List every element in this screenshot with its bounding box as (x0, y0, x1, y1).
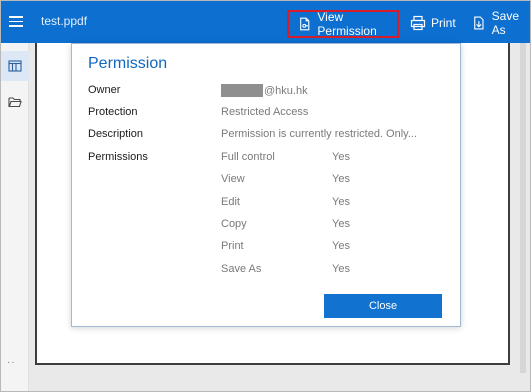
owner-label: Owner (88, 84, 121, 96)
permission-name: Print (221, 240, 244, 252)
description-value: Permission is currently restricted. Only… (221, 128, 418, 140)
print-label: Print (431, 16, 456, 30)
permission-value: Yes (332, 218, 350, 230)
print-button[interactable]: Print (410, 10, 456, 36)
printer-icon (410, 15, 426, 31)
top-toolbar: test.ppdf View Permission Print Save As (1, 1, 530, 43)
more-indicator[interactable]: ·· (7, 357, 16, 368)
thumbnails-icon (8, 60, 22, 72)
view-permission-button[interactable]: View Permission (287, 10, 399, 38)
document-key-icon (300, 17, 310, 31)
save-as-label: Save As (491, 9, 520, 37)
folder-open-icon (8, 97, 22, 108)
permission-name: Save As (221, 263, 262, 275)
permission-value: Yes (332, 173, 350, 185)
vertical-scrollbar[interactable] (520, 43, 526, 373)
save-as-button[interactable]: Save As (472, 9, 530, 37)
protection-value: Restricted Access (221, 106, 309, 118)
permission-value: Yes (332, 263, 350, 275)
permission-name: Full control (221, 151, 275, 163)
dialog-title: Permission (88, 55, 168, 72)
app-window: test.ppdf View Permission Print Save As (0, 0, 531, 392)
permission-value: Yes (332, 196, 350, 208)
permission-name: View (221, 173, 245, 185)
description-label: Description (88, 128, 144, 140)
left-sidebar: ·· (1, 43, 29, 391)
document-title: test.ppdf (41, 14, 88, 28)
permission-value: Yes (332, 151, 350, 163)
permission-name: Edit (221, 196, 240, 208)
sidebar-item-open[interactable] (1, 87, 29, 117)
save-as-icon (474, 16, 484, 30)
redacted-block (221, 84, 263, 97)
sidebar-item-thumbnails[interactable] (1, 51, 29, 81)
close-button[interactable]: Close (324, 294, 442, 318)
owner-value: @hku.hk (221, 84, 308, 97)
permission-value: Yes (332, 240, 350, 252)
hamburger-menu-icon[interactable] (9, 16, 23, 28)
protection-label: Protection (88, 106, 138, 118)
permission-dialog: Permission Owner @hku.hk Protection Rest… (71, 43, 461, 327)
view-permission-label: View Permission (317, 10, 377, 38)
permissions-label: Permissions (88, 151, 148, 163)
owner-email-suffix: @hku.hk (264, 84, 308, 97)
permission-name: Copy (221, 218, 247, 230)
